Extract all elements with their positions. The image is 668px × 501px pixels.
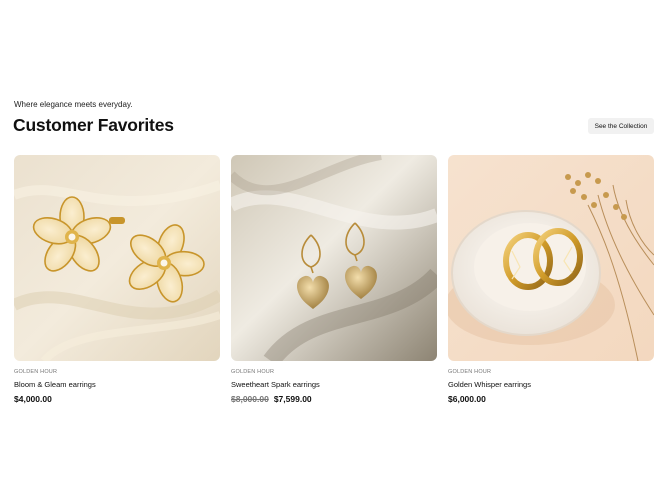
product-image-flower-earrings[interactable] — [14, 155, 220, 361]
product-price-row: $4,000.00 — [14, 394, 220, 404]
product-brand: GOLDEN HOUR — [14, 369, 58, 375]
product-image-gold-hoops[interactable] — [448, 155, 654, 361]
product-name[interactable]: Golden Whisper earrings — [448, 380, 654, 389]
product-name[interactable]: Bloom & Gleam earrings — [14, 380, 220, 389]
product-price: $6,000.00 — [448, 394, 486, 404]
product-price: $4,000.00 — [14, 394, 52, 404]
product-price-row: $8,000.00 $7,599.00 — [231, 394, 437, 404]
product-original-price: $8,000.00 — [231, 394, 269, 404]
product-name[interactable]: Sweetheart Spark earrings — [231, 380, 437, 389]
product-image-heart-earrings[interactable] — [231, 155, 437, 361]
product-card[interactable]: GOLDEN HOUR Sweetheart Spark earrings $8… — [231, 155, 437, 404]
product-grid: GOLDEN HOUR Bloom & Gleam earrings $4,00… — [14, 155, 654, 405]
product-card[interactable]: GOLDEN HOUR Bloom & Gleam earrings $4,00… — [14, 155, 220, 404]
section-title: Customer Favorites — [13, 115, 174, 135]
product-brand: GOLDEN HOUR — [231, 369, 275, 375]
heart-earrings-illustration — [231, 155, 437, 361]
product-sale-price: $7,599.00 — [273, 394, 312, 404]
product-price-row: $6,000.00 — [448, 394, 654, 404]
product-card[interactable]: GOLDEN HOUR Golden Whisper earrings $6,0… — [448, 155, 654, 404]
see-collection-button[interactable]: See the Collection — [588, 118, 654, 134]
flower-earrings-illustration — [14, 155, 220, 361]
product-brand: GOLDEN HOUR — [448, 369, 492, 375]
section-tagline: Where elegance meets everyday. — [14, 100, 133, 109]
gold-hoops-illustration — [448, 155, 654, 361]
customer-favorites-section: Where elegance meets everyday. Customer … — [0, 0, 668, 501]
